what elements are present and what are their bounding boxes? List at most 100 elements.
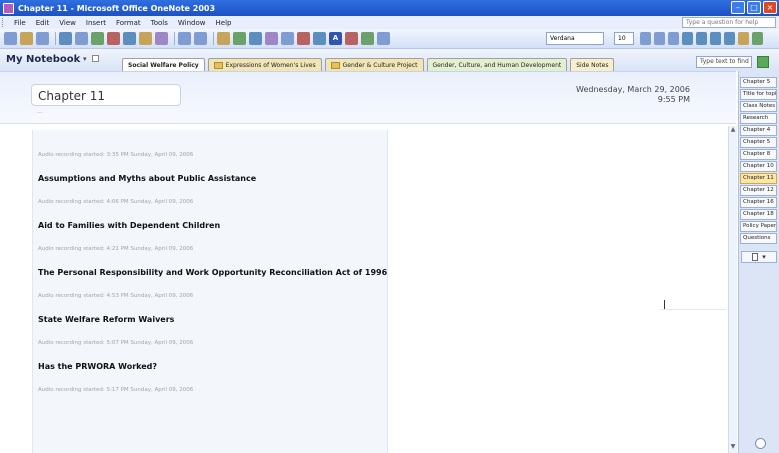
window-controls: – □ × — [731, 1, 777, 14]
page-tab-chapter-5b[interactable]: Chapter 5 — [740, 137, 777, 148]
page-tab-chapter-18[interactable]: Chapter 18 — [740, 209, 777, 220]
note-heading[interactable]: Assumptions and Myths about Public Assis… — [38, 174, 388, 186]
section-tabs: Social Welfare Policy Expressions of Wom… — [122, 58, 615, 71]
paste-icon[interactable] — [139, 32, 152, 45]
audio-recording-note[interactable]: Audio recording started: 4:21 PM Sunday,… — [38, 246, 388, 254]
table-icon[interactable] — [281, 32, 294, 45]
numbering-icon[interactable] — [696, 32, 707, 45]
audio-recording-note[interactable]: Audio recording started: 5:07 PM Sunday,… — [38, 340, 388, 348]
audio-recording-note[interactable]: Audio recording started: 4:53 PM Sunday,… — [38, 293, 388, 301]
scroll-up-icon[interactable]: ▲ — [729, 126, 737, 134]
notebook-title[interactable]: My Notebook — [6, 54, 80, 65]
page-tab-policy-paper[interactable]: Policy Paper — [740, 221, 777, 232]
redo-icon[interactable] — [194, 32, 207, 45]
print-preview-icon[interactable] — [75, 32, 88, 45]
toolbar-separator — [174, 32, 175, 45]
note-heading[interactable]: State Welfare Reform Waivers — [38, 315, 388, 327]
scroll-down-icon[interactable]: ▼ — [729, 443, 737, 451]
print-icon[interactable] — [59, 32, 72, 45]
highlight-button[interactable]: A — [329, 32, 342, 45]
chevron-down-icon[interactable]: ▾ — [762, 253, 766, 261]
selection-icon[interactable] — [361, 32, 374, 45]
side-note-icon[interactable] — [233, 32, 246, 45]
menu-window[interactable]: Window — [173, 19, 211, 27]
page-list-options-icon[interactable] — [755, 438, 766, 449]
note-heading[interactable]: The Personal Responsibility and Work Opp… — [38, 268, 388, 280]
section-tab-gender-culture-human-development[interactable]: Gender, Culture, and Human Development — [426, 58, 568, 71]
empty-note-outline[interactable] — [660, 309, 726, 310]
onenote-window: Chapter 11 - Microsoft Office OneNote 20… — [0, 0, 779, 453]
insert-icon[interactable] — [249, 32, 262, 45]
page-tab-class-notes[interactable]: Class Notes — [740, 101, 777, 112]
help-question-input[interactable]: Type a question for help — [682, 17, 776, 28]
bold-icon[interactable] — [640, 32, 651, 45]
notebook-menu-icon[interactable] — [91, 55, 99, 62]
highlighter-icon[interactable] — [313, 32, 326, 45]
page-tabs-panel: Chapter 5 Title for topi Class Notes Res… — [738, 71, 779, 453]
underline-icon[interactable] — [668, 32, 679, 45]
page-tab-chapter-5[interactable]: Chapter 5 — [740, 77, 777, 88]
page-tab-questions[interactable]: Questions — [740, 233, 777, 244]
page-title-box[interactable]: Chapter 11 — [31, 84, 181, 106]
toolbar-separator — [55, 32, 56, 45]
find-go-icon[interactable] — [757, 56, 769, 68]
italic-icon[interactable] — [654, 32, 665, 45]
section-tab-gender-culture-project[interactable]: Gender & Culture Project — [324, 58, 424, 71]
page-scrollbar[interactable]: ▲ ▼ — [728, 126, 737, 453]
copy-icon[interactable] — [123, 32, 136, 45]
notebook-dropdown[interactable]: ▾ — [83, 55, 99, 63]
menu-insert[interactable]: Insert — [81, 19, 111, 27]
bullets-icon[interactable] — [682, 32, 693, 45]
close-button[interactable]: × — [763, 1, 777, 14]
maximize-button[interactable]: □ — [747, 1, 761, 14]
page-area[interactable]: Chapter 11 — Wednesday, March 29, 2006 9… — [0, 71, 736, 453]
note-heading[interactable]: Has the PRWORA Worked? — [38, 362, 388, 374]
page-title[interactable]: Chapter 11 — [38, 89, 105, 103]
toolbar-grip[interactable] — [2, 18, 5, 27]
highlight-color-icon[interactable] — [752, 32, 763, 45]
font-color-icon[interactable] — [738, 32, 749, 45]
font-name-select[interactable]: Verdana — [546, 32, 604, 45]
page-tab-chapter-12[interactable]: Chapter 12 — [740, 185, 777, 196]
page-tab-title-for-topic[interactable]: Title for topi — [740, 89, 777, 100]
menu-help[interactable]: Help — [211, 19, 237, 27]
audio-recording-note[interactable]: Audio recording started: 5:17 PM Sunday,… — [38, 387, 388, 395]
section-tab-social-welfare-policy[interactable]: Social Welfare Policy — [122, 58, 205, 71]
spelling-icon[interactable] — [91, 32, 104, 45]
cut-icon[interactable] — [107, 32, 120, 45]
page-tab-chapter-4[interactable]: Chapter 4 — [740, 125, 777, 136]
open-icon[interactable] — [20, 32, 33, 45]
undo-icon[interactable] — [178, 32, 191, 45]
menu-view[interactable]: View — [54, 19, 81, 27]
pen-icon[interactable] — [297, 32, 310, 45]
menu-format[interactable]: Format — [111, 19, 146, 27]
page-tab-research[interactable]: Research — [740, 113, 777, 124]
new-page-icon[interactable] — [4, 32, 17, 45]
minimize-button[interactable]: – — [731, 1, 745, 14]
page-tab-chapter-11[interactable]: Chapter 11 — [740, 173, 777, 184]
research-icon[interactable] — [265, 32, 278, 45]
decrease-indent-icon[interactable] — [710, 32, 721, 45]
folder-icon — [213, 61, 223, 69]
spacing-icon[interactable] — [377, 32, 390, 45]
audio-recording-note[interactable]: Audio recording started: 4:06 PM Sunday,… — [38, 199, 388, 207]
format-painter-icon[interactable] — [155, 32, 168, 45]
menu-tools[interactable]: Tools — [146, 19, 173, 27]
section-tab-side-notes[interactable]: Side Notes — [570, 58, 615, 71]
page-tab-chapter-16[interactable]: Chapter 16 — [740, 197, 777, 208]
menu-edit[interactable]: Edit — [31, 19, 55, 27]
font-size-select[interactable]: 10 — [614, 32, 634, 45]
page-tab-chapter-8[interactable]: Chapter 8 — [740, 149, 777, 160]
audio-recording-note[interactable]: Audio recording started: 3:35 PM Sunday,… — [38, 152, 388, 160]
find-input[interactable]: Type text to find — [696, 56, 752, 68]
menu-file[interactable]: File — [9, 19, 31, 27]
save-icon[interactable] — [36, 32, 49, 45]
note-flag-icon[interactable] — [217, 32, 230, 45]
page-tab-chapter-10[interactable]: Chapter 10 — [740, 161, 777, 172]
note-heading[interactable]: Aid to Families with Dependent Children — [38, 221, 388, 233]
new-page-button[interactable]: ▾ — [741, 251, 777, 263]
increase-indent-icon[interactable] — [724, 32, 735, 45]
eraser-icon[interactable] — [345, 32, 358, 45]
notes-list: Audio recording started: 3:35 PM Sunday,… — [38, 152, 388, 395]
section-tab-expressions-of-womens-lives[interactable]: Expressions of Women's Lives — [207, 58, 322, 71]
